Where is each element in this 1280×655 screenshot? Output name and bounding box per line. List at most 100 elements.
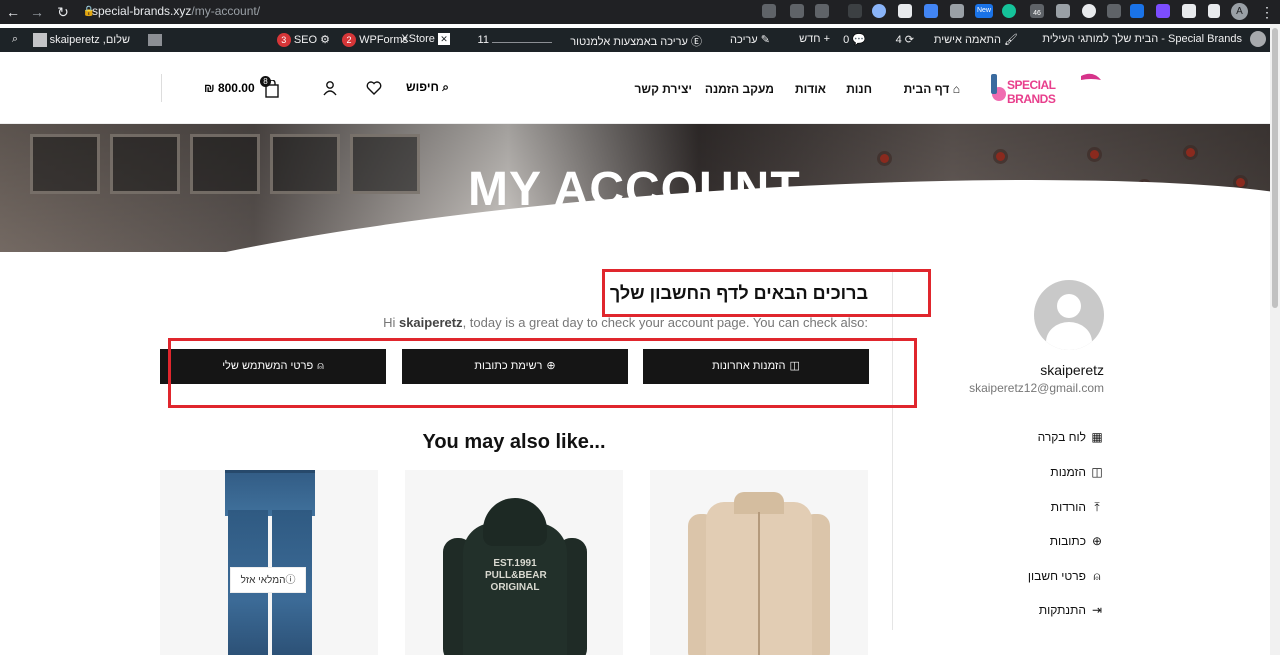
wp-comments[interactable]: 💬 0 [843, 33, 866, 46]
product-card-hoodie[interactable]: EST.1991 PULL&BEAR ORIGINAL [405, 470, 623, 655]
intro-text: Hi skaiperetz, today is a great day to c… [160, 315, 868, 330]
nav-home-label: דף הבית [903, 82, 950, 96]
new-extension-icon[interactable]: New [975, 4, 993, 18]
globe-extension-icon[interactable] [872, 4, 886, 18]
wordpress-logo-icon[interactable] [1250, 31, 1266, 47]
scrollbar-thumb[interactable] [1272, 28, 1278, 308]
annotation-box-title [602, 269, 931, 317]
extension-46-icon[interactable]: 46 [1030, 4, 1044, 18]
wp-updates[interactable]: ⟳ 4 [896, 33, 914, 46]
extension-icon[interactable] [1082, 4, 1096, 18]
wp-search-icon[interactable]: ⌕ [12, 33, 18, 46]
wp-edit-label: עריכה [730, 34, 758, 46]
address-bar[interactable]: special-brands.xyz/my-account/ [92, 4, 260, 18]
hero-wall-stud [1186, 148, 1195, 157]
translate-icon[interactable] [762, 4, 776, 18]
user-avatar [1034, 280, 1104, 350]
hero-wall-stud [1090, 150, 1099, 159]
url-path: /my-account/ [191, 4, 261, 18]
annotation-box-buttons [168, 338, 917, 408]
sidebar-item-orders[interactable]: ◫ הזמנות [950, 465, 1104, 479]
zoom-extension-icon[interactable] [1130, 4, 1144, 18]
pen-extension-icon[interactable] [1107, 4, 1121, 18]
hero-window-pane [350, 134, 420, 194]
globe-icon: ⊕ [1091, 534, 1103, 548]
product-card-jacket[interactable] [650, 470, 868, 655]
page-scrollbar[interactable] [1270, 24, 1280, 655]
hero-banner: MY ACCOUNT [0, 124, 1270, 252]
bookmark-star-icon[interactable] [815, 4, 829, 18]
browser-toolbar: ← → ↻ 🔒 special-brands.xyz/my-account/ N… [0, 0, 1280, 24]
wp-customize[interactable]: 🖌 התאמה אישית [934, 33, 1018, 46]
extension-icon[interactable] [1056, 4, 1070, 18]
wp-elementor-label: עריכה באמצעות אלמנטור [570, 36, 688, 48]
sidebar-item-label: כתובות [1049, 534, 1086, 548]
wp-wpforms[interactable]: WPForms 2 [338, 33, 408, 47]
intro-hi: Hi [383, 315, 399, 330]
nav-about[interactable]: אודות [795, 82, 826, 96]
extension-icon[interactable] [898, 4, 912, 18]
search-label: חיפוש [406, 80, 439, 94]
menu-kebab-icon[interactable]: ⋮ [1258, 3, 1276, 21]
wp-stats-count: 11 [477, 34, 489, 46]
orders-bag-icon: ◫ [1091, 465, 1103, 479]
sidebar-item-addresses[interactable]: ⊕ כתובות [950, 534, 1104, 548]
wp-wpforms-badge: 2 [342, 33, 357, 47]
sidebar-item-dashboard[interactable]: ▦ לוח בקרה [950, 430, 1104, 444]
nav-contact[interactable]: יצירת קשר [635, 82, 692, 96]
header-divider [161, 74, 162, 102]
google-docs-icon[interactable] [924, 4, 938, 18]
hero-window-pane [270, 134, 340, 194]
side-panel-icon[interactable] [1208, 4, 1220, 18]
brush-icon: 🖌 [1000, 34, 1018, 46]
nav-home[interactable]: ⌂ דף הבית [904, 82, 960, 96]
wp-xstore[interactable]: ✕ XStore [401, 33, 450, 45]
extension-icon[interactable] [848, 4, 862, 18]
sidebar-item-account-details[interactable]: ⍝ פרטי חשבון [950, 569, 1104, 584]
nav-order-tracking[interactable]: מעקב הזמנה [705, 82, 774, 96]
site-logo[interactable]: SPECIAL BRANDS [985, 64, 1105, 108]
account-user-icon[interactable] [322, 80, 338, 96]
wp-notes-icon[interactable] [148, 34, 162, 46]
cart-total[interactable]: 800.00 ₪ [204, 81, 255, 95]
search-toggle[interactable]: ⌕ חיפוש [406, 80, 449, 95]
dashboard-icon: ▦ [1091, 430, 1103, 444]
sidebar-item-downloads[interactable]: ⤒ הורדות [950, 500, 1104, 515]
wp-seo-label: SEO [293, 34, 318, 46]
content-divider [892, 270, 893, 630]
hoodie-image: EST.1991 PULL&BEAR ORIGINAL [441, 498, 589, 655]
sidebar-item-logout[interactable]: ⇥ התנתקות [950, 603, 1104, 617]
wp-edit[interactable]: ✎ עריכה [730, 33, 770, 46]
back-icon[interactable]: ← [4, 3, 22, 21]
forward-icon[interactable]: → [28, 3, 46, 21]
pencil-icon: ✎ [757, 34, 770, 46]
reload-icon[interactable]: ↻ [54, 3, 72, 21]
puzzle-icon[interactable] [1182, 4, 1196, 18]
sidebar-item-label: לוח בקרה [1037, 430, 1086, 444]
hoodie-print-text: EST.1991 PULL&BEAR ORIGINAL [485, 558, 547, 593]
wp-stats[interactable]: 11 [478, 33, 552, 46]
sidebar-item-label: התנתקות [1038, 603, 1086, 617]
wp-seo[interactable]: ⚙ SEO 3 [273, 33, 330, 47]
sidebar-item-label: הזמנות [1050, 465, 1086, 479]
product-card-jeans[interactable]: ⓘהמלאי אזל [160, 470, 378, 655]
feather-extension-icon[interactable] [1156, 4, 1170, 18]
header-tools: ⌕ חיפוש 800.00 ₪ 8 [160, 72, 460, 108]
logout-icon: ⇥ [1091, 603, 1103, 617]
grammarly-icon[interactable] [1002, 4, 1016, 18]
wp-site-name[interactable]: Special Brands - הבית שלך למותגי העילית [1042, 33, 1242, 45]
jeans-image [220, 470, 320, 655]
wp-new[interactable]: + חדש [799, 33, 830, 45]
wp-customize-label: התאמה אישית [933, 34, 1001, 46]
sidebar-username: skaiperetz [1040, 362, 1104, 378]
wp-greeting[interactable]: שלום, skaiperetz [32, 33, 130, 47]
logo-text: SPECIAL BRANDS [1007, 78, 1056, 106]
camera-icon[interactable] [950, 4, 964, 18]
wp-elementor[interactable]: Ⓔ עריכה באמצעות אלמנטור [570, 33, 702, 49]
share-icon[interactable] [790, 4, 804, 18]
site-header: SPECIAL BRANDS ⌂ דף הבית חנות אודות מעקב… [0, 52, 1270, 124]
intro-rest: , today is a great day to check your acc… [462, 315, 868, 330]
profile-avatar[interactable]: A [1231, 3, 1248, 20]
nav-shop[interactable]: חנות [846, 82, 872, 96]
wishlist-heart-icon[interactable] [366, 80, 382, 96]
